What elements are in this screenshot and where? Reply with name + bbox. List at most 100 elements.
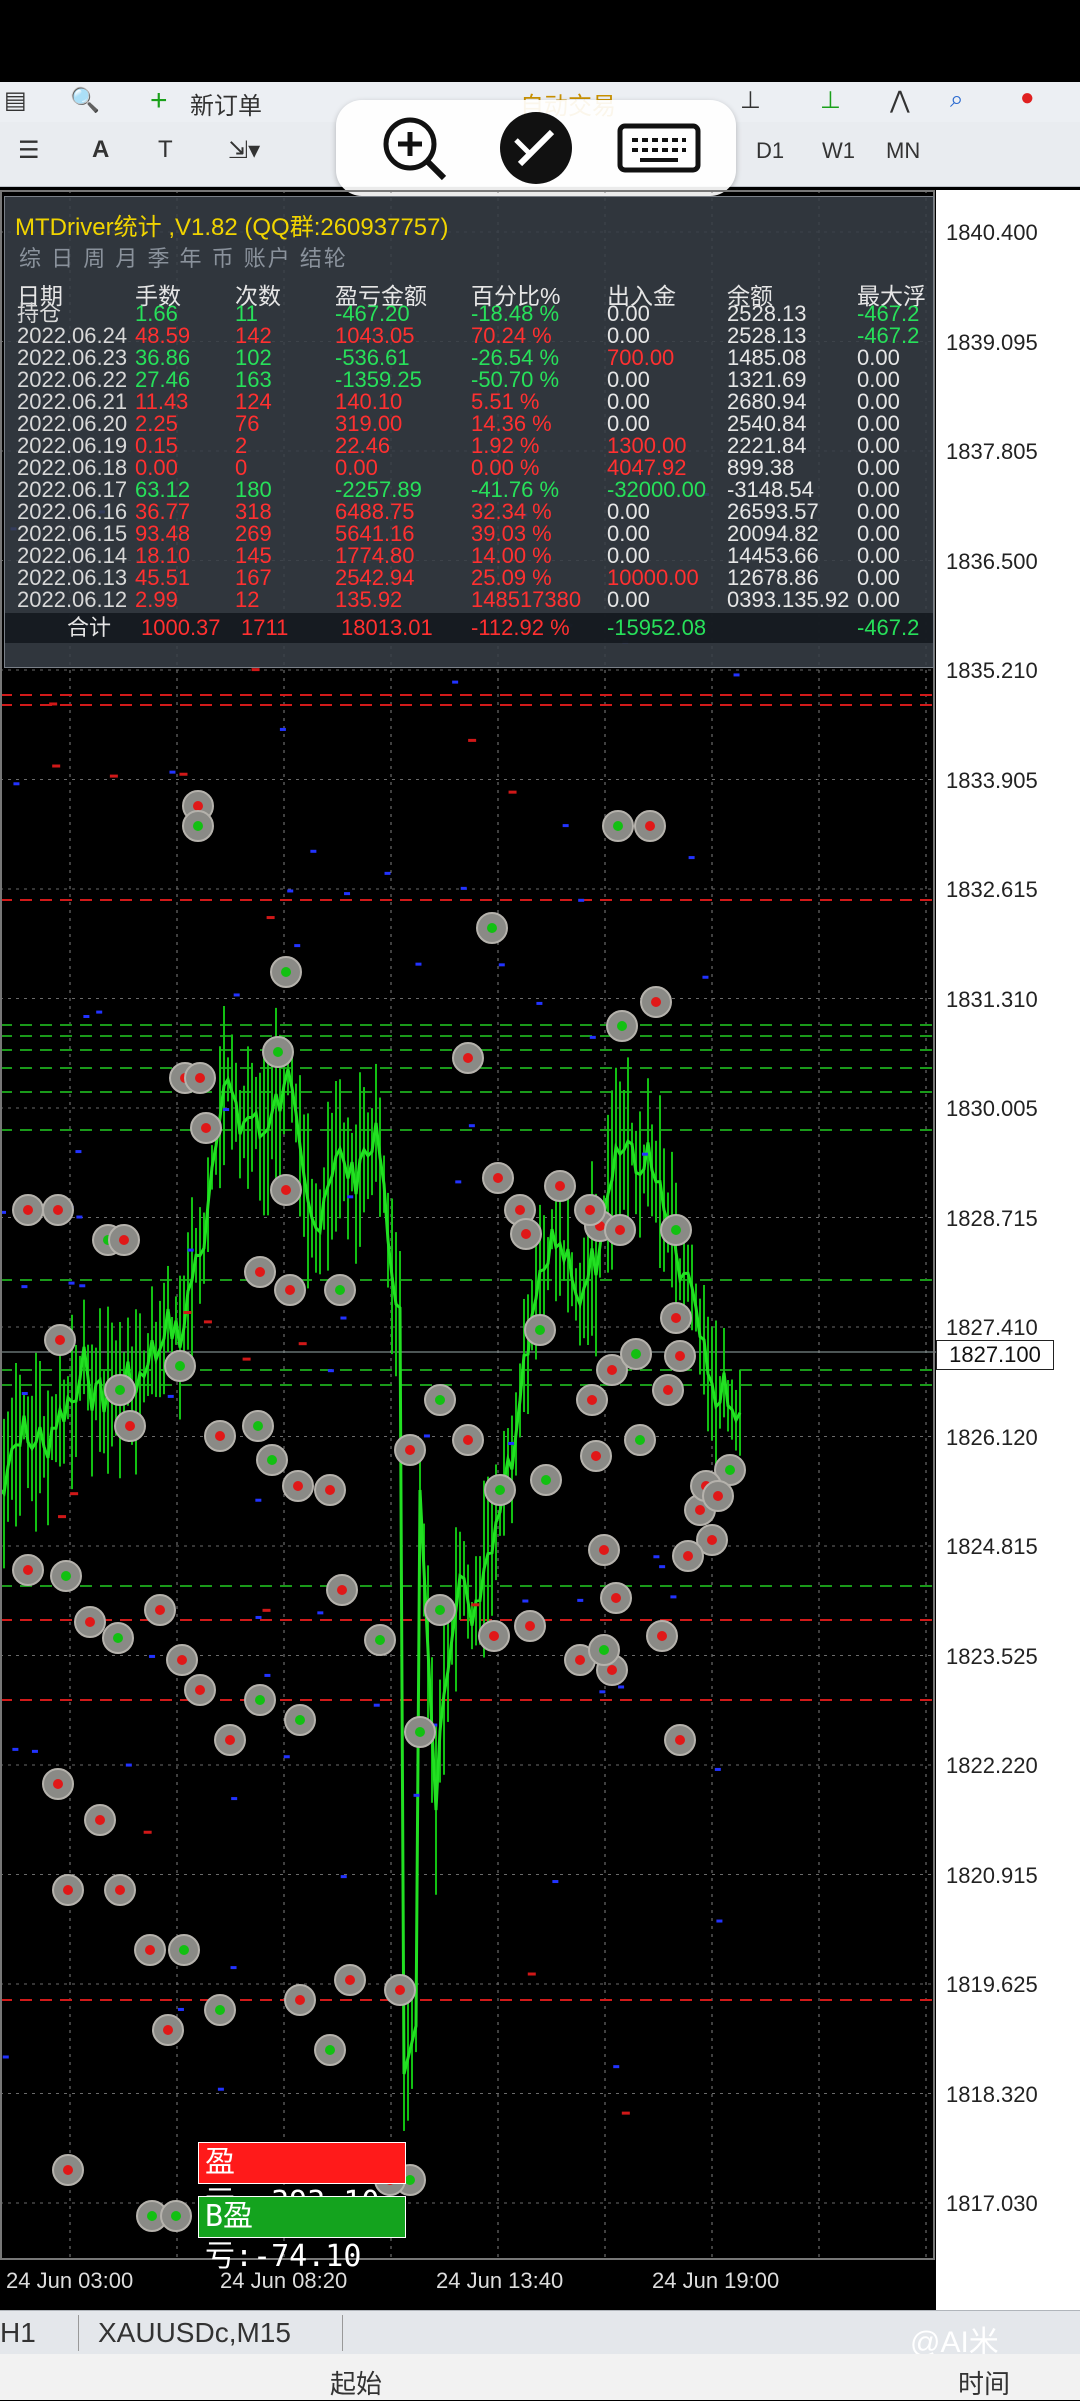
magnify-icon[interactable]: 🔍	[70, 86, 100, 115]
trade-marker-center	[489, 1631, 499, 1641]
tick-dot-blue	[599, 1690, 606, 1694]
zoom-in-icon[interactable]	[383, 117, 447, 181]
text-tool-icon[interactable]: A	[92, 136, 109, 164]
tf-mn[interactable]: MN	[886, 138, 920, 164]
new-order-button[interactable]: 新订单	[190, 86, 262, 121]
tick-dot-blue	[455, 1180, 462, 1184]
stats-cell-pct: 0.00 %	[471, 455, 540, 480]
tick-dot-blue	[76, 1215, 83, 1219]
stats-cell-pnl: 1774.80	[335, 543, 415, 568]
tick-dot-blue	[125, 1763, 132, 1767]
stats-cell-lots: 36.86	[135, 345, 191, 370]
trade-marker-center	[63, 1885, 73, 1895]
trade-marker-center	[255, 1695, 265, 1705]
tick-dot-red	[242, 1357, 251, 1361]
tf-d1[interactable]: D1	[756, 138, 784, 164]
stats-cell-inout: 0.00	[607, 499, 650, 524]
alert-icon[interactable]: ●	[1020, 84, 1035, 112]
stats-cell-bal: 2680.94	[727, 389, 807, 414]
price-tick-label: 1830.005	[946, 1096, 1038, 1121]
tick-dot-blue	[167, 1394, 174, 1398]
trade-marker-center	[115, 1385, 125, 1395]
label-tool-icon[interactable]: T	[158, 136, 173, 164]
price-tick-label: 1837.805	[946, 439, 1038, 464]
line-icon[interactable]: ⋀	[890, 86, 910, 115]
candle-icon[interactable]: ⊥	[820, 86, 841, 115]
tick-dot-blue	[21, 1285, 28, 1289]
stats-cell-maxf: 0.00	[857, 587, 900, 612]
trade-marker-center	[405, 2175, 415, 2185]
stats-cell-pnl: 1043.05	[335, 323, 415, 348]
zoom-icon[interactable]: ⌕	[950, 86, 963, 114]
trade-marker-center	[225, 1735, 235, 1745]
tf-w1[interactable]: W1	[822, 138, 855, 164]
trade-marker-center	[435, 1395, 445, 1405]
price-tick-label: 1831.310	[946, 986, 1038, 1012]
tick-dot-blue	[688, 856, 695, 860]
stats-cell-maxf: 0.00	[857, 521, 900, 546]
tick-dot-blue	[217, 2087, 224, 2091]
tick-dot-blue	[641, 1152, 648, 1156]
tick-dot-red	[262, 1608, 271, 1612]
folder-icon[interactable]: ▤	[4, 86, 27, 115]
tick-dot-blue	[31, 1749, 38, 1753]
status-start: 起始	[330, 2369, 383, 2399]
tick-dot-blue	[423, 1434, 430, 1438]
trade-marker-center	[651, 997, 661, 1007]
trade-marker-center	[375, 1635, 385, 1645]
trade-marker-center	[631, 1349, 641, 1359]
new-order-icon[interactable]: +	[150, 84, 168, 118]
tick-dot-blue	[75, 1150, 82, 1154]
price-tick-label: 1824.815	[946, 1534, 1038, 1559]
stats-cell-lots: 48.59	[135, 323, 191, 348]
stats-cell-bal: 899.38	[727, 455, 795, 480]
stats-cell-inout: -32000.00	[607, 477, 707, 502]
stats-cell-pct: 25.09 %	[471, 565, 552, 590]
stats-cell-lots: 18.10	[135, 543, 191, 568]
disconnect-icon[interactable]	[500, 112, 572, 184]
stats-cell-date: 2022.06.24	[17, 323, 128, 348]
stats-cell-date: 2022.06.20	[17, 411, 128, 436]
price-tick-label: 1836.500	[946, 548, 1038, 574]
tick-dot-blue	[279, 727, 286, 731]
trade-marker-center	[521, 1229, 531, 1239]
trade-marker-center	[61, 1571, 71, 1581]
price-tick-label: 1818.320	[946, 2081, 1038, 2107]
stats-cell-lots: 36.77	[135, 499, 191, 524]
trade-marker-center	[195, 1073, 205, 1083]
stats-cell-date: 2022.06.19	[17, 433, 128, 458]
chart-bar-icon[interactable]: ⊥	[740, 86, 761, 115]
tick-dot-blue	[255, 1498, 262, 1502]
tick-dot-blue	[317, 1611, 324, 1615]
stats-cell-bal: 0393.135.92	[727, 587, 850, 612]
trade-marker-center	[325, 2045, 335, 2055]
stats-cell-count: 76	[235, 411, 260, 436]
arrows-tool-icon[interactable]: ⇲▾	[228, 136, 260, 165]
stats-cell-pnl: 0.00	[335, 455, 378, 480]
stats-cell-date: 2022.06.13	[17, 565, 128, 590]
tab-xauusdc-m15[interactable]: XAUUSDc,M15	[98, 2317, 291, 2349]
tick-dot-blue	[347, 1195, 354, 1199]
tick-dot-blue	[13, 782, 20, 786]
stats-cell-count: 12	[235, 587, 260, 612]
price-tick-label: 1823.525	[946, 1643, 1038, 1669]
price-tick-label: 1826.120	[946, 1424, 1038, 1450]
trade-marker-center	[335, 1285, 345, 1295]
tick-dot-red	[109, 774, 118, 778]
keyboard-icon[interactable]	[617, 123, 701, 173]
tick-dot-blue	[283, 1755, 290, 1759]
tick-dot-red	[251, 668, 260, 672]
tick-dot-blue	[287, 889, 294, 893]
price-tick-label: 1832.615	[946, 877, 1038, 902]
stats-tabs[interactable]: 综 日 周 月 季 年 币 账户 结轮	[19, 241, 348, 273]
trade-marker-center	[615, 1225, 625, 1235]
tick-dot-blue	[733, 673, 740, 677]
total-cell-pct: -112.92 %	[471, 615, 570, 640]
trade-marker-center	[201, 1123, 211, 1133]
grid-icon[interactable]: ☰	[18, 136, 40, 165]
tab-h1[interactable]: H1	[0, 2317, 36, 2349]
tick-dot-blue	[233, 993, 240, 997]
stats-cell-bal: 2540.84	[727, 411, 807, 436]
trade-marker-center	[663, 1385, 673, 1395]
trade-marker-center	[53, 1779, 63, 1789]
